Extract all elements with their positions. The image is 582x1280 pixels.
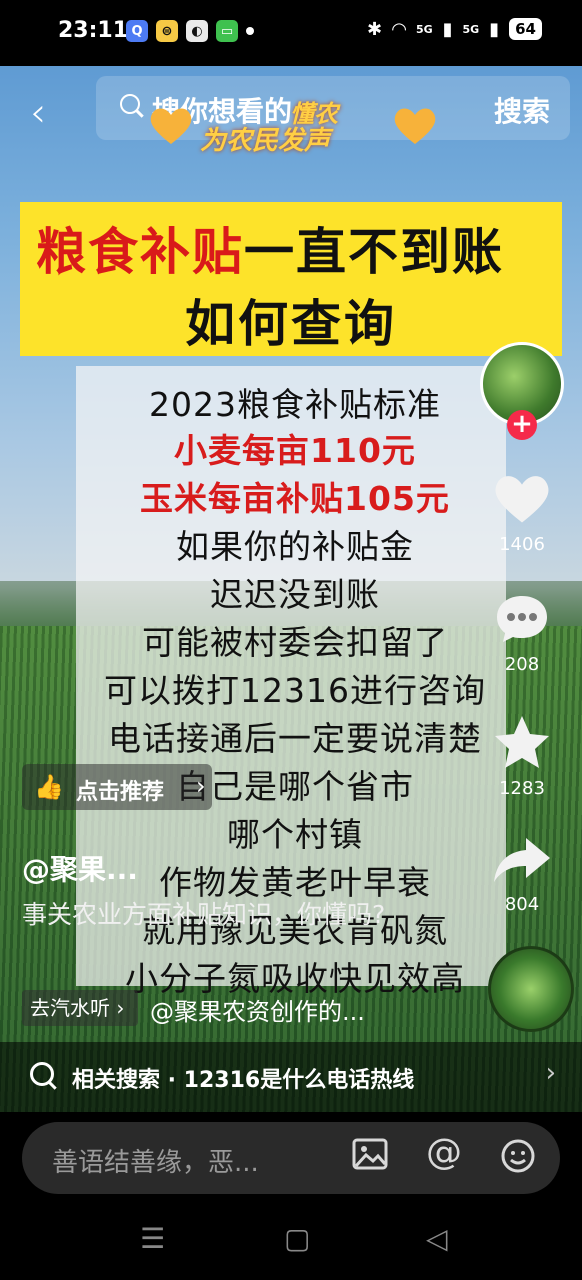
- mention-icon[interactable]: @: [426, 1132, 462, 1173]
- video-title-banner: 粮食补贴一直不到账 如何查询: [20, 202, 562, 356]
- status-right: ✱ ◠ 5G ▮ 5G ▮ 64: [367, 18, 542, 40]
- battery-indicator: 64: [509, 18, 542, 40]
- favorite-button[interactable]: 1283: [478, 714, 566, 799]
- favorite-count: 1283: [499, 778, 545, 799]
- caption-line: 如果你的补贴金: [176, 527, 414, 566]
- system-nav-bar: ☰ ▢ ◁: [0, 1200, 582, 1280]
- caption-line: 玉米每亩补贴105元: [140, 479, 450, 518]
- comment-icon: [497, 596, 547, 642]
- back-nav-icon[interactable]: ◁: [426, 1222, 448, 1255]
- heart-icon: [394, 108, 436, 144]
- top-search-bar: ‹ 搜你想看的 搜索 懂农 为农民发声: [0, 66, 582, 156]
- music-title[interactable]: @聚果农资创作的...: [150, 992, 365, 1027]
- thumbs-up-icon: 👍: [34, 773, 64, 801]
- notification-icons: Q ⊜ ◐ ▭: [126, 20, 254, 42]
- author-avatar-group[interactable]: +: [478, 342, 566, 440]
- more-notifications-icon: [246, 27, 254, 35]
- signal-icon-2: ▮: [489, 18, 500, 40]
- status-time: 23:11: [58, 18, 129, 43]
- like-button[interactable]: 1406: [478, 472, 566, 555]
- menu-icon[interactable]: ☰: [140, 1222, 165, 1255]
- network-label-2: 5G: [462, 22, 480, 36]
- app-icon: ⊜: [156, 20, 178, 42]
- signal-icon-1: ▮: [442, 18, 453, 40]
- caption-line: 电话接通后一定要说清楚: [108, 719, 482, 758]
- heart-icon: [150, 108, 192, 144]
- recommend-button[interactable]: 👍 点击推荐 ›: [22, 764, 212, 810]
- emoji-icon[interactable]: [500, 1138, 536, 1182]
- status-bar: 23:11 Q ⊜ ◐ ▭ ✱ ◠ 5G ▮ 5G ▮ 64: [0, 0, 582, 66]
- title-line-1: 粮食补贴一直不到账: [36, 212, 504, 284]
- chevron-right-icon: ›: [196, 772, 206, 800]
- like-count: 1406: [499, 534, 545, 555]
- related-search-bar[interactable]: 相关搜索 · 12316是什么电话热线 ›: [0, 1042, 582, 1112]
- share-button[interactable]: 804: [478, 834, 566, 915]
- recommend-label: 点击推荐: [76, 780, 165, 805]
- search-icon: [30, 1062, 54, 1086]
- share-count: 804: [504, 894, 540, 915]
- home-icon[interactable]: ▢: [284, 1222, 310, 1255]
- caption-line: 2023粮食补贴标准: [149, 385, 441, 424]
- comment-placeholder: 善语结善缘，恶...: [52, 1148, 259, 1178]
- share-icon: [494, 838, 550, 882]
- title-black-text: 一直不到账: [244, 223, 504, 281]
- bluetooth-icon: ✱: [367, 18, 383, 40]
- title-red-text: 粮食补贴: [36, 223, 244, 281]
- caption-line: 小麦每亩110元: [174, 431, 416, 470]
- message-icon: ▭: [216, 20, 238, 42]
- gallery-icon: ◐: [186, 20, 208, 42]
- follow-button[interactable]: +: [507, 410, 537, 440]
- heart-icon: [495, 476, 549, 523]
- wifi-icon: ◠: [392, 18, 406, 40]
- comment-button[interactable]: 208: [478, 592, 566, 675]
- badge-line-2: 为农民发声: [200, 126, 331, 156]
- image-icon[interactable]: [352, 1138, 388, 1178]
- caption-line: 可以拨打12316进行咨询: [104, 671, 486, 710]
- caption-line: 迟迟没到账: [210, 575, 380, 614]
- comment-count: 208: [504, 654, 540, 675]
- back-icon[interactable]: ‹: [30, 90, 46, 136]
- comment-input[interactable]: 善语结善缘，恶... @: [22, 1122, 560, 1194]
- star-icon: [495, 716, 549, 768]
- music-chip[interactable]: 去汽水听 ›: [22, 990, 138, 1026]
- music-disc[interactable]: [488, 946, 574, 1032]
- caption-line: 可能被村委会扣留了: [142, 623, 448, 662]
- author-name[interactable]: @聚果...: [22, 848, 138, 888]
- search-button[interactable]: 搜索: [494, 90, 550, 130]
- related-search-label: 相关搜索 · 12316是什么电话热线: [72, 1068, 415, 1093]
- video-player[interactable]: ‹ 搜你想看的 搜索 懂农 为农民发声 粮食补贴一直不到账 如何查询 2023粮…: [0, 66, 582, 1112]
- search-icon: [120, 94, 140, 114]
- video-description[interactable]: 事关农业方面补贴知识，你懂吗?: [22, 900, 462, 930]
- network-label-1: 5G: [415, 22, 433, 36]
- chevron-right-icon: ›: [545, 1058, 556, 1088]
- qq-icon: Q: [126, 20, 148, 42]
